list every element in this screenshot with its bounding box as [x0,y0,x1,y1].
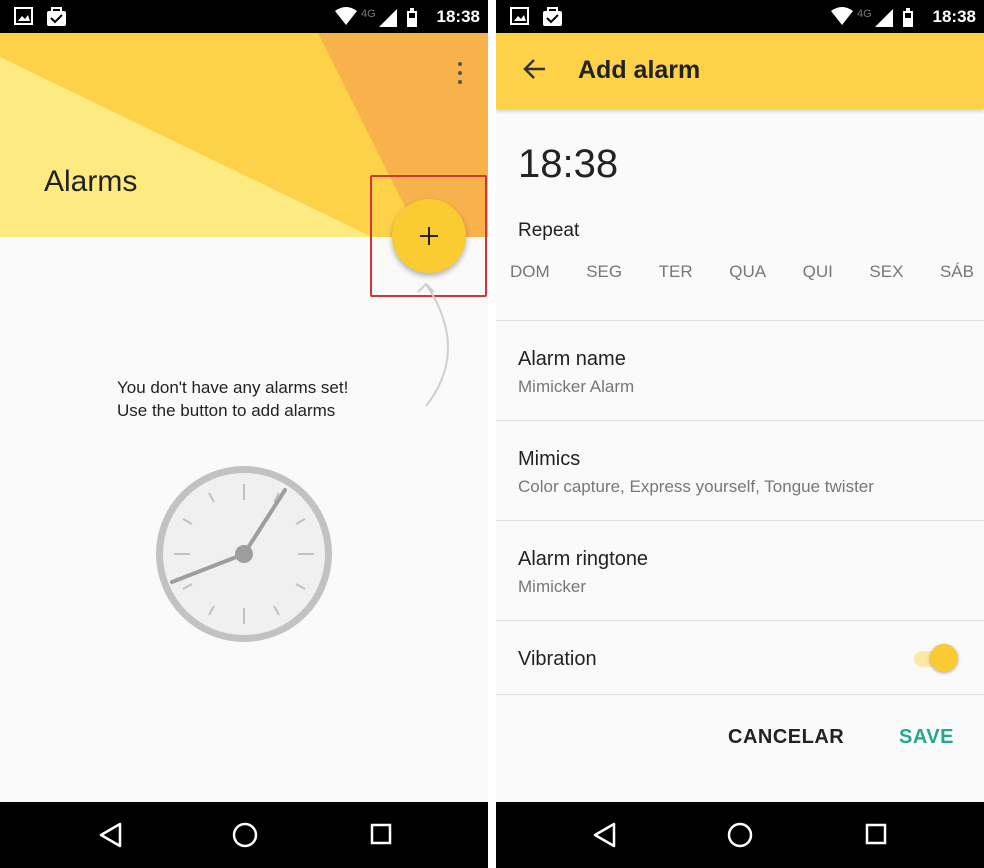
battery-icon [902,8,913,27]
vibration-toggle[interactable] [914,642,960,674]
day-toggle-qui[interactable]: QUI [803,262,833,282]
divider [496,620,984,621]
day-toggle-ter[interactable]: TER [659,262,693,282]
status-time: 18:38 [436,7,480,26]
toggle-thumb [930,644,958,672]
day-toggle-dom[interactable]: DOM [510,262,550,282]
day-toggle-sab[interactable]: SÁB [940,262,974,282]
status-icons: 4G 18:38 [830,4,976,30]
mimics-value: Color capture, Express yourself, Tongue … [518,477,874,496]
ringtone-value: Mimicker [518,577,586,596]
navigation-bar [0,802,488,868]
back-nav-icon[interactable] [98,821,124,849]
alarm-name-value: Mimicker Alarm [518,377,635,396]
divider [496,320,984,321]
wifi-icon [334,7,357,25]
page-title: Alarms [44,165,138,198]
mimics-label: Mimics [518,448,581,470]
status-bar: 4G 18:38 [496,0,984,33]
signal-icon [378,9,397,27]
alarm-time[interactable]: 18:38 [518,142,618,187]
home-nav-icon[interactable] [726,821,754,849]
ringtone-label: Alarm ringtone [518,548,649,570]
day-toggle-seg[interactable]: SEG [586,262,622,282]
signal-icon [874,9,893,27]
back-nav-icon[interactable] [592,821,618,849]
repeat-label: Repeat [518,220,580,241]
add-alarm-screen: 4G 18:38 Add alarm 18:38 Repeat DOM SEG … [496,0,984,868]
navigation-bar [496,802,984,868]
pointer-curve [417,282,449,407]
repeat-days: DOM SEG TER QUA QUI SEX SÁB [510,262,974,282]
page-title: Add alarm [578,56,701,84]
divider [496,694,984,695]
home-nav-icon[interactable] [231,821,259,849]
wifi-icon [830,7,853,25]
shopping-bag-icon [543,7,562,26]
empty-line-1: You don't have any alarms set! [117,378,349,397]
notification-icons [14,6,74,33]
network-type: 4G [361,8,376,20]
network-type: 4G [857,8,872,20]
status-time: 18:38 [932,7,976,26]
notification-icons [510,6,570,33]
divider [496,520,984,521]
app-toolbar: Add alarm [496,33,984,109]
save-button[interactable]: SAVE [899,726,954,749]
more-vert-icon[interactable] [454,60,466,86]
image-icon [510,7,562,26]
vibration-label: Vibration [518,648,597,670]
battery-icon [406,8,417,27]
fab-highlight-box [370,175,487,297]
alarms-screen: 4G 18:38 Alarms You don't have any alarm… [0,0,488,868]
status-bar: 4G 18:38 [0,0,488,33]
shopping-bag-icon [47,7,66,26]
cancel-button[interactable]: CANCELAR [728,726,844,749]
day-toggle-qua[interactable]: QUA [729,262,766,282]
empty-state-message: You don't have any alarms set! Use the b… [117,376,348,422]
recents-nav-icon[interactable] [369,821,393,849]
day-toggle-sex[interactable]: SEX [869,262,903,282]
image-icon [14,7,66,26]
status-icons: 4G 18:38 [334,4,480,30]
recents-nav-icon[interactable] [864,821,888,849]
empty-line-2: Use the button to add alarms [117,401,336,420]
clock-icon [156,466,332,642]
divider [496,420,984,421]
arrow-back-icon[interactable] [522,57,548,81]
alarm-name-label: Alarm name [518,348,626,370]
